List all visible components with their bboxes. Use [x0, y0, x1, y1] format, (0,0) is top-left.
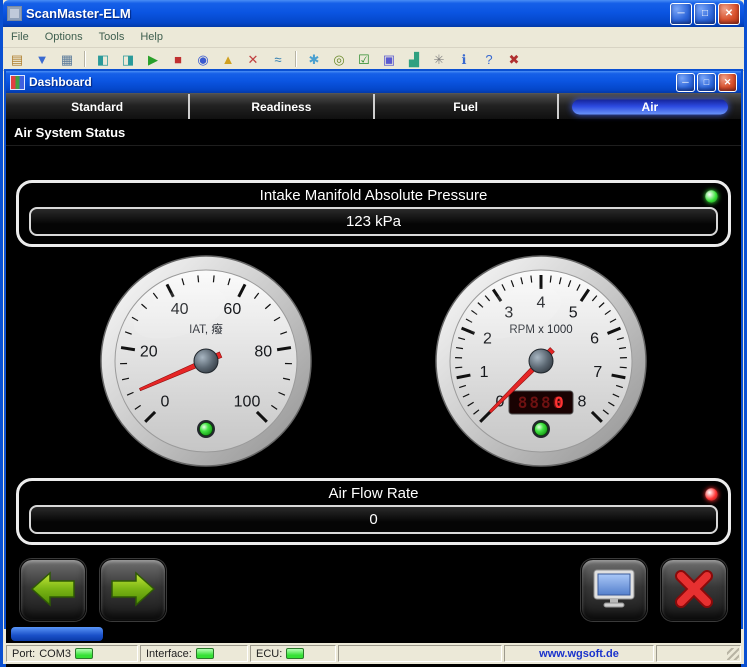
ecu-status-segment: ECU:	[250, 645, 336, 662]
svg-text:20: 20	[140, 343, 158, 360]
play-icon[interactable]: ▶	[145, 51, 161, 67]
minimized-window-stub[interactable]	[11, 627, 103, 641]
iat-gauge: 020406080100IAT, 癈	[100, 255, 312, 472]
toolbar-separator	[295, 51, 297, 67]
toolbar: ▤ ▼ ▦ ◧ ◨ ▶ ■ ◉ ▲ ✕ ≈ ✱ ◎ ☑ ▣ ▟ ✳ ℹ? ✖	[3, 48, 744, 71]
freeze-frame-icon[interactable]: ✱	[306, 51, 322, 67]
red-x-icon	[672, 569, 716, 612]
interface-led	[196, 648, 214, 659]
map-status-led	[705, 190, 718, 203]
back-button[interactable]	[20, 559, 86, 621]
main-window: ScanMaster-ELM ─ □ ✕ FileOptionsToolsHel…	[0, 0, 747, 667]
website-segment: www.wgsoft.de	[504, 645, 654, 662]
status-spacer	[338, 645, 502, 662]
svg-text:60: 60	[223, 301, 241, 318]
close-button[interactable]: ✕	[718, 3, 740, 25]
app-chip-icon	[7, 6, 22, 21]
menu-item-tools[interactable]: Tools	[91, 29, 133, 45]
ecu-label: ECU:	[256, 648, 282, 660]
svg-text:100: 100	[234, 394, 261, 411]
dashboard-content: Intake Manifold Absolute Pressure 123 kP…	[6, 180, 741, 667]
svg-text:1: 1	[480, 364, 489, 381]
print-icon[interactable]: ▦	[59, 51, 75, 67]
resize-grip-icon[interactable]	[727, 648, 739, 660]
dashboard-tab-bar: StandardReadinessFuelAir	[6, 93, 741, 119]
dashboard-close-button[interactable]: ✕	[718, 73, 737, 92]
menu-item-file[interactable]: File	[3, 29, 37, 45]
arrow-right-icon	[110, 570, 156, 611]
svg-text:7: 7	[593, 364, 602, 381]
readiness-icon[interactable]: ☑	[356, 51, 372, 67]
map-display-panel: Intake Manifold Absolute Pressure 123 kP…	[16, 180, 731, 247]
forward-button[interactable]	[100, 559, 166, 621]
website-link[interactable]: www.wgsoft.de	[539, 648, 619, 660]
dtc-read-icon[interactable]: ▲	[220, 51, 236, 67]
interface-status-segment: Interface:	[140, 645, 248, 662]
minimize-button[interactable]: ─	[670, 3, 692, 25]
connect-icon[interactable]: ◧	[95, 51, 111, 67]
section-title: Air System Status	[6, 119, 741, 146]
svg-text:0: 0	[161, 394, 170, 411]
tab-fuel[interactable]: Fuel	[375, 94, 559, 119]
chart-icon[interactable]: ▟	[406, 51, 422, 67]
airflow-display-title: Air Flow Rate	[29, 483, 718, 505]
toolbar-separator	[84, 51, 86, 67]
map-display-value: 123 kPa	[29, 207, 718, 236]
navigation-button-row	[6, 559, 741, 621]
map-display-title: Intake Manifold Absolute Pressure	[29, 185, 718, 207]
arrow-left-icon	[30, 570, 76, 611]
airflow-display-panel: Air Flow Rate 0	[16, 478, 731, 545]
o2-sensor-icon[interactable]: ◎	[331, 51, 347, 67]
svg-text:5: 5	[569, 304, 578, 321]
dashboard-window: Dashboard ─ □ ✕ StandardReadinessFuelAir…	[4, 69, 743, 629]
svg-text:8: 8	[578, 394, 587, 411]
dashboard-icon[interactable]: ◉	[195, 51, 211, 67]
dashboard-window-icon	[10, 75, 25, 90]
port-value: COM3	[39, 648, 71, 660]
exit-icon[interactable]: ✖	[506, 51, 522, 67]
svg-text:6: 6	[590, 330, 599, 347]
svg-text:0: 0	[554, 393, 564, 412]
tab-standard[interactable]: Standard	[6, 94, 190, 119]
statusbar-end-segment	[656, 645, 741, 662]
maximize-button[interactable]: □	[694, 3, 716, 25]
tab-air[interactable]: Air	[559, 94, 741, 119]
menu-item-help[interactable]: Help	[132, 29, 171, 45]
disconnect-icon[interactable]: ◨	[120, 51, 136, 67]
status-bar: Port: COM3 Interface: ECU: www.wgsoft.de	[3, 643, 744, 664]
port-label: Port:	[12, 648, 35, 660]
dashboard-titlebar[interactable]: Dashboard ─ □ ✕	[6, 71, 741, 93]
gauges-row: 020406080100IAT, 癈012345678RPM x 1000888…	[6, 255, 741, 472]
dashboard-maximize-button[interactable]: □	[697, 73, 716, 92]
main-window-title: ScanMaster-ELM	[26, 6, 666, 21]
settings-icon[interactable]: ✳	[431, 51, 447, 67]
help-icon[interactable]: ?	[481, 51, 497, 67]
rpm-gauge: 012345678RPM x 100088800	[435, 255, 647, 472]
interface-label: Interface:	[146, 648, 192, 660]
monitor-icon	[591, 568, 637, 613]
info-icon[interactable]: ℹ	[456, 51, 472, 67]
close-dashboard-button[interactable]	[661, 559, 727, 621]
menu-item-options[interactable]: Options	[37, 29, 91, 45]
main-titlebar[interactable]: ScanMaster-ELM ─ □ ✕	[3, 0, 744, 27]
airflow-display-value: 0	[29, 505, 718, 534]
port-led	[75, 648, 93, 659]
dtc-clear-icon[interactable]: ✕	[245, 51, 261, 67]
stop-icon[interactable]: ■	[170, 51, 186, 67]
port-status-segment: Port: COM3	[6, 645, 138, 662]
display-button[interactable]	[581, 559, 647, 621]
dashboard-title: Dashboard	[29, 75, 672, 89]
airflow-status-led	[705, 488, 718, 501]
tab-readiness[interactable]: Readiness	[190, 94, 374, 119]
open-icon[interactable]: ▤	[9, 51, 25, 67]
dashboard-minimize-button[interactable]: ─	[676, 73, 695, 92]
menu-bar: FileOptionsToolsHelp	[3, 27, 744, 48]
save-icon[interactable]: ▼	[34, 51, 50, 67]
svg-text:80: 80	[254, 343, 272, 360]
ecu-led	[286, 648, 304, 659]
live-data-icon[interactable]: ≈	[270, 51, 286, 67]
ecu-info-icon[interactable]: ▣	[381, 51, 397, 67]
